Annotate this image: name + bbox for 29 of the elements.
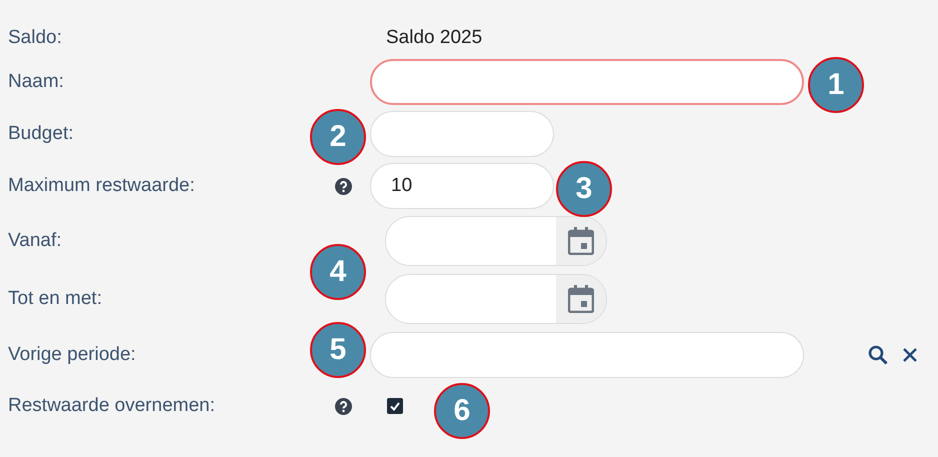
field-label: Saldo: [7, 27, 63, 49]
date-field[interactable] [385, 216, 607, 266]
callout-badge: 4 [310, 244, 366, 300]
close-icon[interactable] [902, 347, 918, 363]
field-label: Tot en met: [7, 288, 103, 310]
field-label: Vanaf: [7, 230, 63, 252]
field-label: Maximum restwaarde: [7, 175, 196, 197]
calendar-icon [568, 285, 594, 313]
callout-badge: 3 [556, 161, 612, 217]
field-label: Naam: [7, 71, 65, 93]
calendar-button[interactable] [556, 217, 606, 265]
help-icon[interactable] [335, 398, 352, 414]
input-field[interactable]: 10 [370, 163, 554, 209]
field-label: Budget: [7, 123, 74, 145]
calendar-button[interactable] [556, 275, 606, 323]
field-value: Saldo 2025 [385, 27, 482, 48]
help-icon[interactable] [335, 178, 352, 194]
search-icon[interactable] [868, 345, 888, 365]
callout-badge: 1 [808, 57, 864, 113]
field-label: Vorige periode: [7, 344, 137, 366]
checkmark-icon [390, 402, 400, 410]
callout-badge: 5 [310, 322, 366, 378]
calendar-icon [568, 227, 594, 255]
input-field[interactable] [370, 59, 804, 105]
field-label: Restwaarde overnemen: [7, 395, 216, 417]
callout-badge: 6 [434, 383, 490, 439]
checkbox[interactable] [387, 398, 403, 414]
date-field[interactable] [385, 274, 607, 324]
callout-badge: 2 [310, 109, 366, 165]
